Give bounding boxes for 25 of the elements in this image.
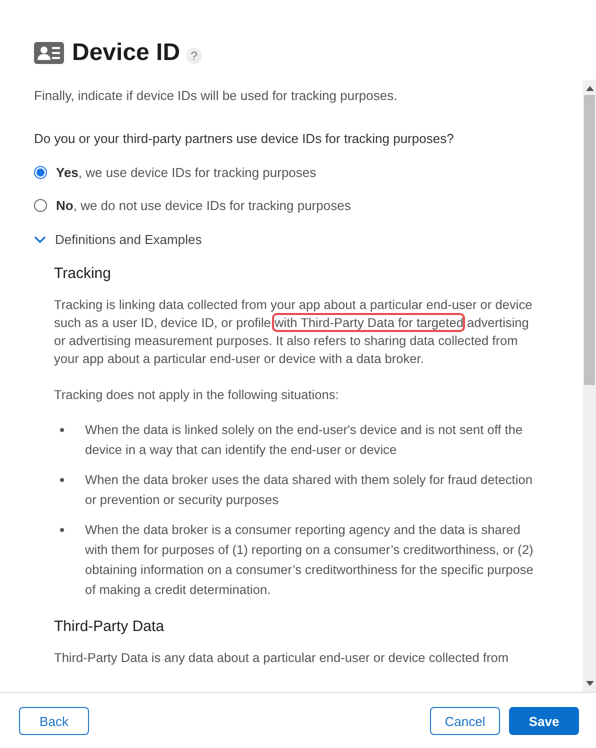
option-label: Yes, we use device IDs for tracking purposes [56, 165, 316, 180]
paragraph: Third-Party Data is any data about a particular end-user or device collected from [54, 649, 510, 667]
contact-card-icon [34, 42, 64, 64]
bullet-text: When the data broker is a consumer reporting agency and the data is shared with them for purposes of (1) reporting on a consumer’s creditworthiness, or (2) obtaining information on a consumer’s creditworthiness for the specific purpose of making a credit determination. [85, 521, 534, 599]
cancel-button[interactable]: Cancel [430, 707, 500, 735]
section-heading: Third-Party Data [54, 618, 166, 635]
radio-button[interactable] [34, 166, 47, 179]
paragraph: Tracking does not apply in the following situations: [54, 386, 340, 404]
scroll-down-arrow-icon[interactable] [586, 681, 594, 686]
bullet-text: When the data is linked solely on the end-user's device and is not sent off the device in a way that can identify the end-user or device [85, 421, 524, 459]
help-button[interactable]: ? [186, 48, 202, 64]
intro-text: Finally, indicate if device IDs will be used for tracking purposes. [34, 88, 398, 103]
option-label: No, we do not use device IDs for tracking purposes [56, 198, 351, 213]
radio-button[interactable] [34, 199, 47, 212]
section-heading: Tracking [54, 265, 112, 282]
dialog-title: Device ID [72, 39, 180, 67]
scrollbar[interactable] [583, 80, 596, 692]
question-text: Do you or your third-party partners use device IDs for tracking purposes? [34, 131, 455, 146]
scroll-up-arrow-icon[interactable] [586, 86, 594, 91]
bullet-text: When the data broker uses the data shared with them solely for fraud detection or prevention or security purposes [85, 471, 534, 509]
back-button[interactable]: Back [19, 707, 89, 735]
save-button[interactable]: Save [509, 707, 579, 735]
disclosure-link[interactable]: Definitions and Examples [55, 232, 202, 247]
chevron-icon[interactable] [34, 236, 46, 244]
paragraph: Tracking is linking data collected from your app about a particular end-user or device such as a user ID, device ID, or profile with Third-Party Data for targeted advertising or advertising measurement purposes. It also refers to sharing data collected from your app about a particular end-user or device with a data broker. [54, 296, 534, 368]
